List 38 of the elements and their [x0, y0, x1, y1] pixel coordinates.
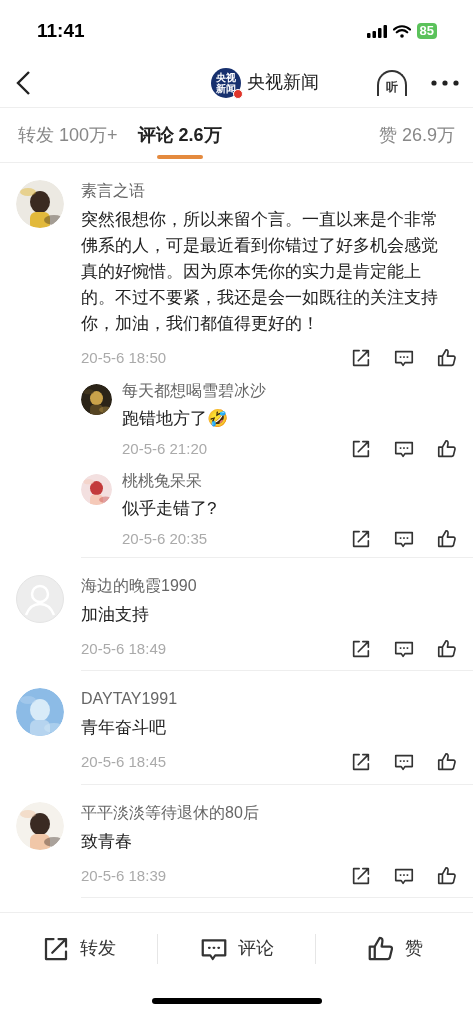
page-title: 央视新闻 — [246, 71, 319, 94]
like-icon[interactable] — [436, 637, 458, 660]
comment-time: 20-5-6 18:49 — [81, 638, 167, 659]
logo-text: 央视 — [215, 71, 236, 83]
tab[interactable]: 评论 2.6万 — [137, 124, 222, 146]
user-name[interactable]: 桃桃兔呆呆 — [122, 470, 473, 492]
wifi-icon — [392, 24, 411, 38]
battery-level: 85 — [416, 23, 437, 39]
comment-text: 突然很想你，所以来留个言。一直以来是个非常佛系的人，可是最近看到你错过了好多机会感觉真的好惋惜。因为原本凭你的实力是肯定能上的。不过不要紧，我还是会一如既往的关注支持你，加油，我们都值得更好的！ — [81, 209, 439, 335]
logo-text: 新闻 — [215, 82, 236, 94]
channel-logo[interactable]: 央视 新闻 — [210, 67, 241, 98]
comment-button[interactable]: 评论 — [199, 933, 274, 964]
tab-indicator — [156, 155, 203, 159]
status-time: 11:41 — [37, 18, 85, 43]
reply-text: 似乎走错了? — [122, 498, 218, 520]
comment-text: 青年奋斗吧 — [81, 717, 167, 739]
user-name[interactable]: DAYTAY1991 — [81, 688, 473, 710]
like-icon[interactable] — [436, 864, 458, 887]
comment-time: 20-5-6 18:39 — [81, 865, 167, 886]
listen-button[interactable]: 听 — [377, 69, 407, 96]
user-name[interactable]: 海边的晚霞1990 — [81, 574, 473, 597]
comment-text: 致青春 — [81, 830, 133, 853]
user-name[interactable]: 平平淡淡等待退休的80后 — [81, 801, 473, 824]
comment-text: 加油支持 — [81, 603, 150, 626]
comment-time: 20-5-6 18:45 — [81, 752, 167, 772]
comment-time: 20-5-6 18:50 — [81, 348, 167, 368]
like-button[interactable]: 赞 — [366, 933, 423, 964]
user-name[interactable]: 素言之语 — [81, 180, 473, 202]
more-icon[interactable] — [431, 79, 459, 86]
tab[interactable]: 赞 26.9万 — [378, 124, 455, 146]
tab[interactable]: 转发 100万+ — [18, 124, 118, 146]
like-icon[interactable] — [436, 437, 458, 460]
reply-time: 20-5-6 20:35 — [122, 529, 208, 549]
reply-time: 20-5-6 21:20 — [122, 438, 208, 459]
repost-button[interactable]: 转发 — [41, 933, 116, 964]
reply-text: 跑错地方了🤣 — [122, 407, 229, 430]
signal-icon — [366, 24, 387, 38]
user-name[interactable]: 每天都想喝雪碧冰沙 — [122, 379, 473, 402]
